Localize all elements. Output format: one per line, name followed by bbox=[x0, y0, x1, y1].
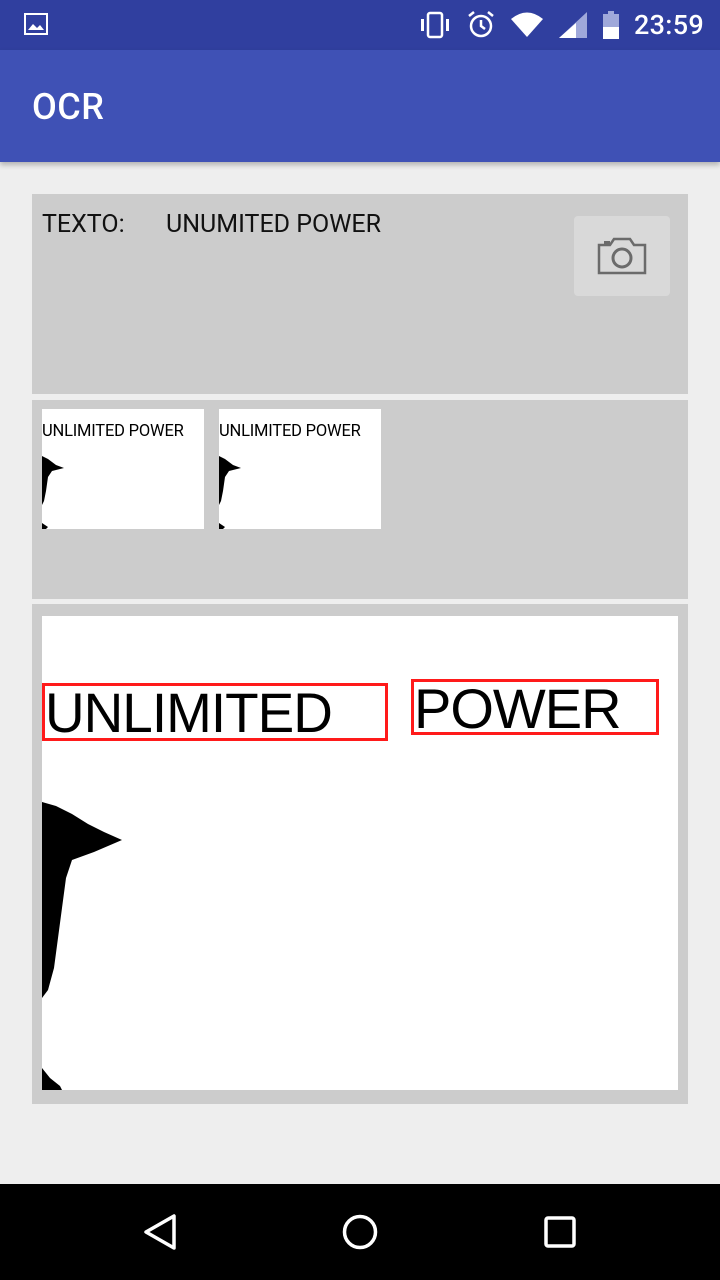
wifi-icon bbox=[510, 12, 543, 37]
status-bar: 23:59 bbox=[0, 0, 720, 50]
battery-icon bbox=[602, 11, 619, 39]
word-bounding-box: UNLIMITED bbox=[42, 681, 388, 744]
thumbnail-image[interactable]: UNLIMITED POWER bbox=[219, 409, 381, 529]
camera-icon bbox=[597, 237, 647, 275]
word-text: UNLIMITED bbox=[45, 681, 333, 744]
image-notification-icon bbox=[24, 13, 48, 35]
thumbnails-panel: UNLIMITED POWER UNLIMITED POWER bbox=[32, 400, 688, 599]
app-title: OCR bbox=[32, 86, 105, 128]
recognized-text: UNUMITED POWER bbox=[166, 210, 382, 239]
ocr-text-panel: TEXTO: UNUMITED POWER bbox=[32, 194, 688, 394]
clock-time: 23:59 bbox=[633, 9, 704, 41]
home-icon[interactable] bbox=[340, 1212, 380, 1252]
thumbnail-image[interactable]: UNLIMITED POWER bbox=[42, 409, 204, 529]
word-bounding-box: POWER bbox=[411, 678, 659, 740]
ocr-result-image: UNLIMITED POWER bbox=[42, 616, 678, 1090]
signal-icon bbox=[558, 12, 587, 38]
back-icon[interactable] bbox=[140, 1212, 180, 1252]
result-panel: UNLIMITED POWER bbox=[32, 604, 688, 1104]
vibrate-icon bbox=[420, 11, 449, 39]
camera-button[interactable] bbox=[574, 216, 670, 296]
bird-silhouette bbox=[219, 456, 241, 529]
alarm-icon bbox=[468, 11, 494, 38]
app-bar: OCR bbox=[0, 50, 720, 162]
navigation-bar bbox=[0, 1184, 720, 1280]
word-text: POWER bbox=[414, 677, 622, 740]
text-label: TEXTO: bbox=[42, 210, 125, 239]
recents-icon[interactable] bbox=[540, 1212, 580, 1252]
bird-silhouette bbox=[42, 456, 64, 529]
